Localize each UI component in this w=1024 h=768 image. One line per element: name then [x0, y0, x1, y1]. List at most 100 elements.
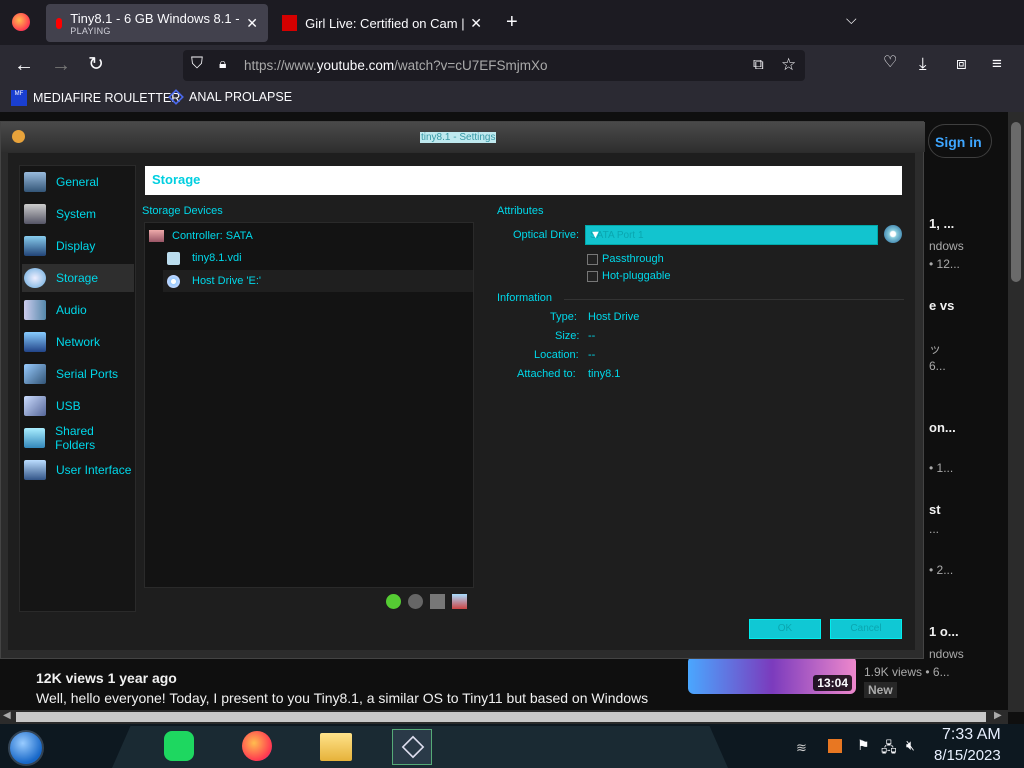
- rec-title[interactable]: st: [929, 502, 941, 517]
- rec-channel: ndows: [929, 647, 964, 661]
- tab-girl-live[interactable]: Girl Live: Certified on Cam | Live ✕: [272, 4, 492, 42]
- controller-label: Controller: SATA: [172, 230, 253, 242]
- add-controller-icon[interactable]: [430, 594, 445, 609]
- url-bar[interactable]: ⛉ 🔒︎ https://www.youtube.com/watch?v=cU7…: [183, 50, 805, 81]
- sidebar-item-storage[interactable]: Storage: [22, 264, 134, 292]
- new-tab-icon[interactable]: +: [506, 12, 518, 32]
- show-hidden-icons-icon[interactable]: ≋: [796, 740, 807, 756]
- optical-drive-select[interactable]: SATA Port 1 ▼: [585, 225, 878, 245]
- info-divider: [564, 299, 904, 300]
- shield-icon[interactable]: ⛉: [191, 56, 203, 72]
- rec-title[interactable]: 1 o...: [929, 624, 959, 639]
- hscroll-thumb[interactable]: [16, 712, 986, 722]
- picture-in-picture-icon[interactable]: ⧉: [753, 57, 764, 72]
- rec-thumbnail[interactable]: 13:04: [688, 656, 856, 694]
- spotify-icon[interactable]: [164, 731, 194, 761]
- reload-icon[interactable]: ↻: [88, 55, 104, 74]
- rec-title[interactable]: e vs: [929, 298, 954, 313]
- bookmark-star-icon[interactable]: ☆: [781, 56, 796, 73]
- information-label: Information: [497, 292, 553, 304]
- remove-attachment-icon[interactable]: [408, 594, 423, 609]
- forward-icon[interactable]: →: [51, 55, 71, 75]
- sidebar-label: Display: [56, 239, 96, 253]
- clock-time[interactable]: 7:33 AM: [942, 726, 1001, 744]
- sidebar-item-audio[interactable]: Audio: [22, 296, 134, 324]
- horizontal-scrollbar[interactable]: ◀ ▶: [0, 710, 1008, 724]
- start-button[interactable]: [8, 730, 44, 766]
- sidebar-item-network[interactable]: Network: [22, 328, 134, 356]
- pocket-icon[interactable]: ♡: [883, 55, 897, 71]
- display-icon: [24, 236, 46, 256]
- bookmark-mediafire[interactable]: MF MEDIAFIRE ROULETTER: [11, 90, 180, 106]
- controller-node[interactable]: Controller: SATA: [149, 225, 253, 247]
- sidebar-label: System: [56, 207, 97, 221]
- back-icon[interactable]: ←: [14, 55, 34, 75]
- bookmark-label: MEDIAFIRE ROULETTER: [33, 91, 181, 105]
- device-node-selected[interactable]: Host Drive 'E:': [163, 270, 473, 292]
- scroll-left-icon[interactable]: ◀: [3, 710, 11, 721]
- add-attachment-icon[interactable]: [386, 594, 401, 609]
- rec-meta: • 2...: [929, 563, 954, 577]
- choose-disk-icon[interactable]: [884, 225, 902, 243]
- info-value: --: [588, 330, 596, 342]
- tab-tiny81[interactable]: Tiny8.1 - 6 GB Windows 8.1 - Yo PLAYING …: [46, 4, 268, 42]
- device-node[interactable]: tiny8.1.vdi: [167, 247, 242, 269]
- flag-icon[interactable]: ⚑: [857, 737, 870, 754]
- sidebar-item-system[interactable]: System: [22, 200, 134, 228]
- settings-dialog: tiny8.1 - Settings General System Displa…: [0, 121, 925, 659]
- sign-in-label: Sign in: [935, 134, 982, 150]
- close-tab-icon[interactable]: ✕: [470, 15, 482, 32]
- scroll-thumb[interactable]: [1011, 122, 1021, 282]
- extensions-icon[interactable]: ⧈: [956, 55, 967, 72]
- sidebar-item-user-interface[interactable]: User Interface: [22, 456, 134, 484]
- menu-icon[interactable]: ≡: [992, 55, 1002, 72]
- sidebar-item-display[interactable]: Display: [22, 232, 134, 260]
- virtualbox-taskbar-icon[interactable]: [392, 729, 432, 765]
- list-tabs-icon[interactable]: ⌵: [846, 12, 857, 26]
- info-key: Size:: [555, 330, 580, 342]
- vertical-scrollbar[interactable]: [1008, 112, 1024, 712]
- bookmark-folder-icon: [168, 89, 184, 105]
- sidebar-item-serial-ports[interactable]: Serial Ports: [22, 360, 134, 388]
- rec-title[interactable]: 1, ...: [929, 216, 954, 231]
- lock-icon[interactable]: 🔒︎: [219, 56, 226, 70]
- hotpluggable-checkbox[interactable]: [587, 271, 598, 282]
- sidebar-item-general[interactable]: General: [22, 168, 134, 196]
- sidebar-item-shared-folders[interactable]: Shared Folders: [22, 424, 134, 452]
- downloads-icon[interactable]: ⤓: [919, 55, 927, 72]
- rec-meta: 6...: [929, 359, 946, 373]
- attributes-label: Attributes: [497, 205, 544, 217]
- dialog-title-bar[interactable]: tiny8.1 - Settings: [1, 122, 925, 152]
- close-tab-icon[interactable]: ✕: [246, 15, 258, 32]
- tray-app-icon[interactable]: [828, 739, 842, 753]
- rec-title[interactable]: on...: [929, 420, 956, 435]
- info-key: Attached to:: [517, 368, 576, 380]
- scroll-right-icon[interactable]: ▶: [994, 710, 1002, 721]
- sidebar-item-usb[interactable]: USB: [22, 392, 134, 420]
- network-tray-icon[interactable]: 🖧︎: [881, 737, 897, 761]
- serial-port-icon: [24, 364, 46, 384]
- passthrough-checkbox[interactable]: [587, 254, 598, 265]
- url-text[interactable]: https://www.youtube.com/watch?v=cU7EFSmj…: [244, 58, 548, 73]
- firefox-taskbar-icon[interactable]: [242, 731, 272, 761]
- volume-icon[interactable]: 🔇︎: [906, 737, 915, 754]
- file-explorer-icon[interactable]: [320, 733, 352, 761]
- remove-controller-icon[interactable]: [452, 594, 467, 609]
- rec-channel: ...: [929, 522, 940, 536]
- tab-title: Girl Live: Certified on Cam | Live: [305, 15, 466, 31]
- tab-title: Tiny8.1 - 6 GB Windows 8.1 - Yo: [70, 10, 241, 26]
- youtube-icon: [56, 17, 63, 29]
- cancel-button[interactable]: Cancel: [830, 619, 902, 639]
- storage-icon: [24, 268, 46, 288]
- storage-tree[interactable]: Controller: SATA tiny8.1.vdi Host Drive …: [144, 222, 474, 588]
- sign-in-button[interactable]: Sign in: [928, 124, 992, 158]
- clock-date[interactable]: 8/15/2023: [934, 747, 1001, 764]
- firefox-menu-icon[interactable]: [12, 13, 30, 31]
- info-value: Host Drive: [588, 311, 640, 323]
- tab-bar: Tiny8.1 - 6 GB Windows 8.1 - Yo PLAYING …: [0, 0, 1024, 45]
- tab-playing-label: PLAYING: [70, 25, 111, 36]
- mediafire-icon: MF: [11, 90, 27, 106]
- bookmark-second[interactable]: ANAL PROLAPSE: [168, 89, 292, 105]
- video-description[interactable]: Well, hello everyone! Today, I present t…: [36, 690, 648, 706]
- ok-button[interactable]: OK: [749, 619, 821, 639]
